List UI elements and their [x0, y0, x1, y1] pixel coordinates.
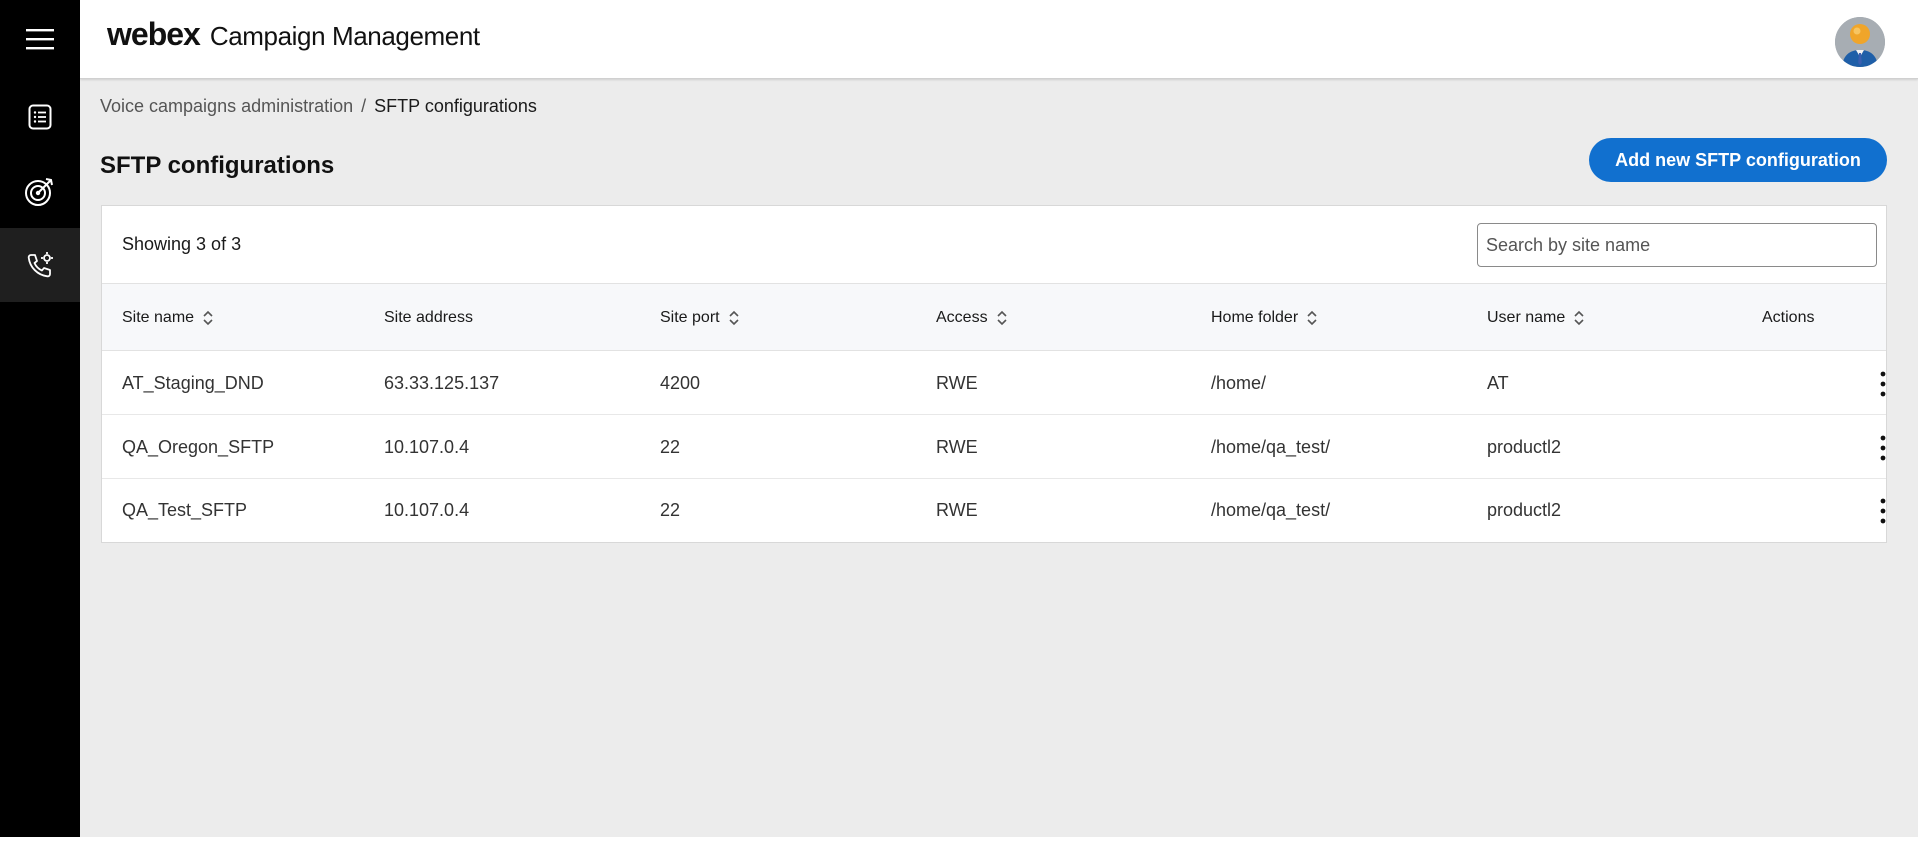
- column-header-site-port[interactable]: Site port: [660, 284, 740, 352]
- table-row[interactable]: QA_Test_SFTP 10.107.0.4 22 RWE /home/qa_…: [102, 479, 1886, 542]
- cell-site-address: 63.33.125.137: [384, 373, 500, 393]
- sort-icon[interactable]: [1573, 309, 1585, 327]
- phone-gear-icon: [27, 252, 53, 278]
- table-row[interactable]: AT_Staging_DND 63.33.125.137 4200 RWE /h…: [102, 352, 1886, 415]
- sort-icon[interactable]: [728, 309, 740, 327]
- column-header-site-name[interactable]: Site name: [122, 284, 214, 352]
- results-count: Showing 3 of 3: [122, 234, 242, 254]
- table-row[interactable]: QA_Oregon_SFTP 10.107.0.4 22 RWE /home/q…: [102, 416, 1886, 479]
- column-label: Home folder: [1211, 309, 1299, 326]
- column-label: Actions: [1762, 309, 1815, 326]
- column-header-site-address: Site address: [384, 284, 473, 352]
- cell-site-address: 10.107.0.4: [384, 437, 470, 457]
- row-actions-menu-button[interactable]: [1870, 352, 1896, 415]
- sftp-configurations-panel: Showing 3 of 3 Site name Site address Si…: [101, 205, 1887, 543]
- breadcrumb-separator: /: [361, 96, 367, 116]
- column-label: Access: [936, 309, 988, 326]
- column-header-user-name[interactable]: User name: [1487, 284, 1585, 352]
- sidebar-item-reports[interactable]: [0, 80, 80, 154]
- row-actions-menu-button[interactable]: [1870, 416, 1896, 479]
- add-sftp-configuration-button[interactable]: Add new SFTP configuration: [1589, 138, 1887, 182]
- cell-user-name: productl2: [1487, 437, 1562, 457]
- sidebar-item-campaigns[interactable]: [0, 154, 80, 228]
- breadcrumb-current: SFTP configurations: [374, 96, 537, 116]
- breadcrumb: Voice campaigns administration / SFTP conf…: [100, 96, 537, 117]
- column-label: Site address: [384, 309, 473, 326]
- column-label: Site port: [660, 309, 720, 326]
- cell-access: RWE: [936, 500, 978, 520]
- cell-site-name: QA_Test_SFTP: [122, 500, 248, 520]
- brand-name: webex: [107, 16, 201, 52]
- sidebar: [0, 0, 80, 837]
- hamburger-icon: [26, 29, 54, 50]
- column-header-actions: Actions: [1762, 284, 1814, 352]
- cell-site-name: QA_Oregon_SFTP: [122, 437, 275, 457]
- page-title: SFTP configurations: [100, 152, 335, 179]
- column-header-access[interactable]: Access: [936, 284, 1008, 352]
- cell-home-folder: /home/qa_test/: [1211, 500, 1331, 520]
- bottom-strip: [0, 837, 1918, 848]
- kebab-menu-icon: [1880, 371, 1886, 396]
- table-header: Site name Site address Site port Access …: [102, 283, 1886, 351]
- column-label: User name: [1487, 309, 1566, 326]
- sort-icon[interactable]: [996, 309, 1008, 327]
- cell-site-port: 22: [660, 437, 681, 457]
- kebab-menu-icon: [1880, 498, 1886, 523]
- cell-site-name: AT_Staging_DND: [122, 373, 264, 393]
- top-bar: webex Campaign Management: [80, 0, 1918, 79]
- column-header-home-folder[interactable]: Home folder: [1211, 284, 1318, 352]
- target-icon: [25, 178, 53, 206]
- cell-home-folder: /home/: [1211, 373, 1267, 393]
- app-name: Campaign Management: [209, 21, 480, 51]
- cell-user-name: AT: [1487, 373, 1509, 393]
- cell-site-port: 4200: [660, 373, 701, 393]
- cell-site-port: 22: [660, 500, 681, 520]
- avatar[interactable]: [1835, 17, 1885, 67]
- breadcrumb-voice-campaigns-administration[interactable]: Voice campaigns administration: [100, 96, 353, 116]
- cell-site-address: 10.107.0.4: [384, 500, 470, 520]
- row-actions-menu-button[interactable]: [1870, 479, 1896, 542]
- list-document-icon: [28, 104, 52, 130]
- cell-access: RWE: [936, 437, 978, 457]
- search-input[interactable]: [1477, 223, 1877, 267]
- cell-access: RWE: [936, 373, 978, 393]
- column-label: Site name: [122, 309, 195, 326]
- sidebar-item-voice-campaigns-administration[interactable]: [0, 228, 80, 302]
- app-logo: webex Campaign Management: [107, 16, 480, 53]
- sort-icon[interactable]: [1306, 309, 1318, 327]
- cell-home-folder: /home/qa_test/: [1211, 437, 1331, 457]
- sort-icon[interactable]: [202, 309, 214, 327]
- user-avatar-icon: [1835, 17, 1885, 67]
- kebab-menu-icon: [1880, 435, 1886, 460]
- menu-button[interactable]: [0, 2, 80, 76]
- cell-user-name: productl2: [1487, 500, 1562, 520]
